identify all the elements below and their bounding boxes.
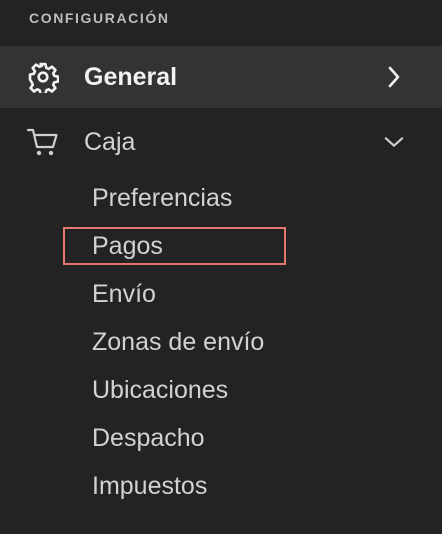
sidebar-item-caja[interactable]: Caja <box>0 111 442 173</box>
submenu-item-ubicaciones[interactable]: Ubicaciones <box>92 368 264 416</box>
chevron-right-icon <box>384 66 404 88</box>
submenu-item-despacho[interactable]: Despacho <box>92 416 264 464</box>
sidebar-item-general[interactable]: General <box>0 46 442 108</box>
submenu-item-envio[interactable]: Envío <box>92 272 264 320</box>
submenu-item-preferencias[interactable]: Preferencias <box>92 176 264 224</box>
cart-icon <box>26 125 60 159</box>
sidebar-item-label: General <box>84 62 178 91</box>
submenu-item-impuestos[interactable]: Impuestos <box>92 464 264 512</box>
submenu-item-zonas-de-envio[interactable]: Zonas de envío <box>92 320 264 368</box>
sidebar-item-label: Caja <box>84 127 136 156</box>
chevron-down-icon <box>384 132 404 152</box>
section-title: CONFIGURACIÓN <box>29 10 170 26</box>
gear-icon <box>26 60 60 94</box>
highlight-annotation-box <box>63 227 286 265</box>
